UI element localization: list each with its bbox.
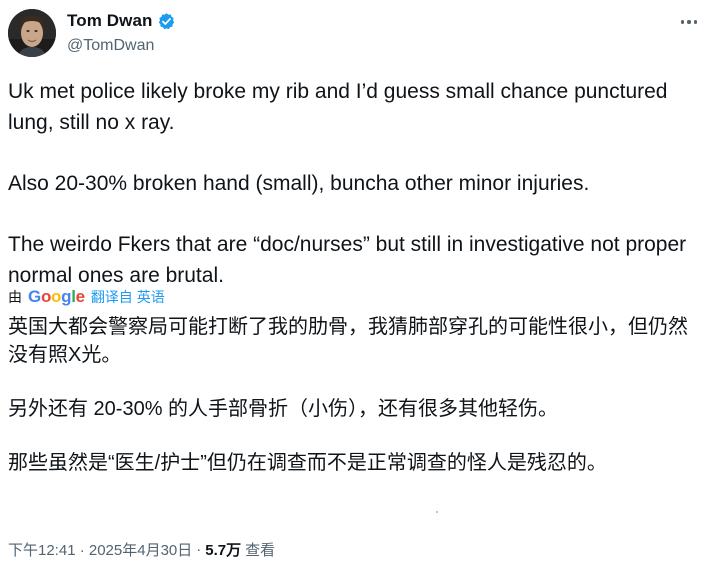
translated-text: 英国大都会警察局可能打断了我的肋骨，我猜肺部穿孔的可能性很小，但仍然没有照X光。… xyxy=(8,313,700,477)
timestamp-link[interactable]: 下午12:41 · 2025年4月30日 xyxy=(8,539,192,560)
tweet-paragraph: Also 20-30% broken hand (small), buncha … xyxy=(8,172,590,195)
author-handle[interactable]: @TomDwan xyxy=(67,37,154,55)
meta-separator: · xyxy=(196,541,202,558)
author-name-row[interactable]: Tom Dwan xyxy=(67,11,176,31)
tweet-card: Tom Dwan @TomDwan Uk met police likely b… xyxy=(0,0,715,580)
tweet-paragraph: The weirdo Fkers that are “doc/nurses” b… xyxy=(8,233,687,287)
translation-attribution: 由 Google 翻译自 英语 xyxy=(8,287,165,307)
translated-from-link[interactable]: 翻译自 英语 xyxy=(91,287,165,307)
translated-paragraph: 另外还有 20-30% 的人手部骨折（小伤），还有很多其他轻伤。 xyxy=(8,398,559,420)
tweet-paragraph: Uk met police likely broke my rib and I’… xyxy=(8,80,668,134)
translated-paragraph: 那些虽然是“医生/护士”但仍在调查而不是正常调查的怪人是残忍的。 xyxy=(8,452,607,474)
more-options-button[interactable] xyxy=(677,12,701,32)
display-name[interactable]: Tom Dwan xyxy=(67,11,153,31)
views-count: 5.7万 xyxy=(205,542,242,559)
translated-by-label: 由 xyxy=(8,289,22,305)
stray-dot xyxy=(436,511,438,513)
tweet-meta: 下午12:41 · 2025年4月30日 · 5.7万 查看 xyxy=(8,539,275,560)
avatar[interactable] xyxy=(8,9,56,57)
views-label: 查看 xyxy=(245,542,276,559)
google-logo: Google xyxy=(28,287,85,306)
tweet-text: Uk met police likely broke my rib and I’… xyxy=(8,76,698,291)
avatar-photo-icon xyxy=(8,9,56,57)
more-icon xyxy=(679,20,699,24)
translated-paragraph: 英国大都会警察局可能打断了我的肋骨，我猜肺部穿孔的可能性很小，但仍然没有照X光。 xyxy=(8,316,688,366)
verified-badge-icon[interactable] xyxy=(157,12,176,31)
